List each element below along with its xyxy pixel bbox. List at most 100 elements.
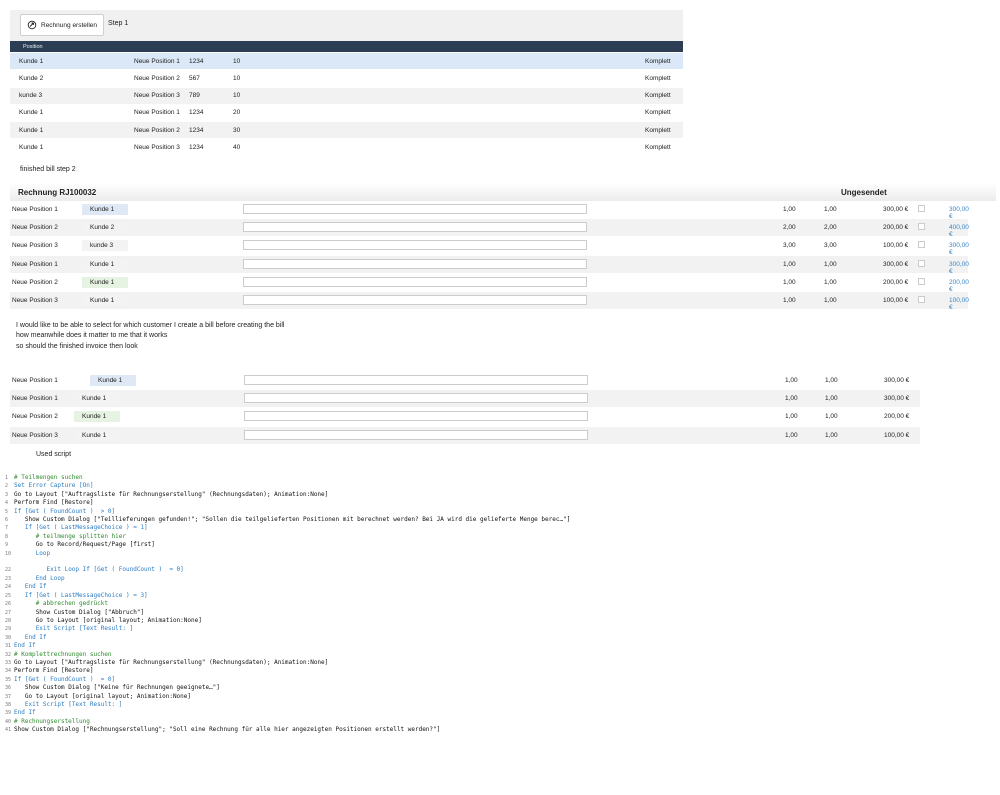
script-listing: 1 # Teilmengen suchen 2 Set Error Capture [… xyxy=(5,474,570,735)
line-number: 6 xyxy=(5,517,9,524)
row-checkbox[interactable] xyxy=(918,296,925,303)
note-line-2: how meanwhile does it matter to me that … xyxy=(16,332,168,339)
description-input[interactable] xyxy=(244,429,588,440)
script-text: End If xyxy=(14,709,36,717)
script-text: If [Get ( LastMessageChoice ) = 3] xyxy=(24,591,148,599)
unit-price-cell: 300,00 € xyxy=(883,260,909,268)
customer-chip: Kunde 2 xyxy=(82,222,128,234)
script-text: If [Get ( FoundCount ) = 0] xyxy=(14,675,116,683)
number-cell: 567 xyxy=(189,74,200,82)
position-cell: Neue Position 3 xyxy=(12,242,58,250)
invoice-row[interactable]: Neue Position 1 Kunde 1 1,00 1,00 300,00 € xyxy=(10,372,920,389)
table-row[interactable]: Kunde 1 Neue Position 2 1234 30 Komplett xyxy=(10,122,683,139)
quantity-cell: 3,00 xyxy=(783,242,796,250)
qty-cell: 10 xyxy=(233,92,241,100)
table-row[interactable]: Kunde 2 Neue Position 2 567 10 Komplett xyxy=(10,70,683,87)
amount-cell: 1,00 xyxy=(824,297,837,304)
customer-chip: Kunde 1 xyxy=(82,276,128,288)
script-text: Show Custom Dialog ["Rechnungserstellung… xyxy=(14,726,441,734)
script-line: 36 Show Custom Dialog ["Keine für Rechnu… xyxy=(5,684,570,692)
description-input[interactable] xyxy=(243,276,587,287)
invoice-row[interactable]: Neue Position 1 Kunde 1 1,00 1,00 300,00 € 30… xyxy=(10,201,969,220)
row-checkbox[interactable] xyxy=(918,205,925,212)
table-row[interactable]: kunde 3 Neue Position 3 789 10 Komplett xyxy=(10,87,683,104)
description-input[interactable] xyxy=(244,411,588,422)
line-number: 30 xyxy=(5,634,12,641)
script-line: 34 Perform Find [Restore] xyxy=(5,667,570,675)
quantity-cell: 1,00 xyxy=(783,278,796,286)
script-line: 1 # Teilmengen suchen xyxy=(5,474,570,482)
script-text: End Loop xyxy=(35,574,65,582)
script-text: End If xyxy=(14,642,36,650)
invoice-row[interactable]: Neue Position 2 Kunde 1 1,00 1,00 200,00 € 20… xyxy=(10,273,969,293)
customer-cell: Kunde 1 xyxy=(19,109,44,117)
script-text: End If xyxy=(24,583,47,591)
description-input[interactable] xyxy=(243,295,587,305)
row-checkbox[interactable] xyxy=(918,277,925,285)
step2-label: finished bill step 2 xyxy=(20,166,76,173)
note-line-3: so should the finished invoice then look xyxy=(16,343,138,350)
line-number: 2 xyxy=(5,483,9,490)
description-input[interactable] xyxy=(244,393,588,404)
status-cell: Komplett xyxy=(645,74,671,82)
script-line: 30 End If xyxy=(5,634,570,642)
row-checkbox[interactable] xyxy=(918,259,925,267)
unit-price-cell: 300,00 € xyxy=(883,206,909,213)
script-line: 27 Show Custom Dialog ["Abbruch"] xyxy=(5,609,570,617)
line-number: 8 xyxy=(5,533,9,540)
position-cell: Neue Position 1 xyxy=(12,206,58,213)
description-input[interactable] xyxy=(243,222,587,233)
script-line: 24 End If xyxy=(5,583,570,591)
script-text: Show Custom Dialog ["Keine für Rechnunge… xyxy=(24,684,220,692)
create-invoice-button[interactable]: Rechnung erstellen xyxy=(20,14,104,36)
description-input[interactable] xyxy=(243,204,587,214)
invoice-status: Ungesendet xyxy=(841,187,887,197)
invoice-row[interactable]: Neue Position 2 Kunde 1 1,00 1,00 200,00 € xyxy=(10,408,920,426)
description-input[interactable] xyxy=(243,258,587,269)
total-cell: 300,00 € xyxy=(949,260,969,275)
number-cell: 1234 xyxy=(189,109,204,117)
table-row[interactable]: Kunde 1 Neue Position 1 1234 10 Komplett xyxy=(10,53,683,69)
amount-cell: 2,00 xyxy=(824,224,837,232)
unit-price-cell: 300,00 € xyxy=(884,377,910,384)
status-cell: Komplett xyxy=(645,126,671,134)
invoice-row[interactable]: Neue Position 3 kunde 3 3,00 3,00 100,00 € 30… xyxy=(10,237,969,256)
invoice-row[interactable]: Neue Position 3 Kunde 1 1,00 1,00 100,00 € xyxy=(10,426,920,444)
script-text: # abbrechen gedrückt xyxy=(35,600,108,608)
script-text: # Rechnungserstellung xyxy=(14,717,90,725)
status-cell: Komplett xyxy=(645,57,671,65)
line-number: 1 xyxy=(5,475,9,481)
amount-cell: 1,00 xyxy=(824,278,837,286)
table-row[interactable]: Kunde 1 Neue Position 3 1234 40 Komplett xyxy=(10,139,683,156)
status-cell: Komplett xyxy=(645,92,671,100)
invoice-row[interactable]: Neue Position 1 Kunde 1 1,00 1,00 300,00 € 30… xyxy=(10,255,969,275)
position-cell: Neue Position 2 xyxy=(12,278,58,286)
used-script-label: Used script xyxy=(36,451,72,458)
script-text: # Teilmengen suchen xyxy=(14,474,83,481)
table-row[interactable]: Kunde 1 Neue Position 1 1234 20 Komplett xyxy=(10,104,683,121)
script-line: 22 Exit Loop If [Get ( FoundCount ) = 0] xyxy=(5,566,570,574)
row-checkbox[interactable] xyxy=(918,223,925,231)
position-cell: Neue Position 3 xyxy=(134,92,180,100)
invoice-row[interactable]: Neue Position 2 Kunde 2 2,00 2,00 200,00 € 40… xyxy=(10,219,969,238)
row-checkbox[interactable] xyxy=(918,241,925,249)
customer-cell: Kunde 1 xyxy=(19,126,44,134)
quantity-cell: 1,00 xyxy=(785,377,798,384)
line-number: 9 xyxy=(5,542,9,549)
line-number: 25 xyxy=(5,592,12,599)
customer-cell: kunde 3 xyxy=(19,92,43,100)
line-number: 26 xyxy=(5,601,12,608)
position-cell: Neue Position 3 xyxy=(12,297,58,304)
script-line: 40 # Rechnungserstellung xyxy=(5,718,570,726)
script-line: 32 # Komplettrechnungen suchen xyxy=(5,651,570,659)
script-line: 38 Exit Script [Text Result: ] xyxy=(5,701,570,709)
qty-cell: 40 xyxy=(233,144,241,151)
quantity-cell: 1,00 xyxy=(783,297,796,304)
script-text: Go to Record/Request/Page [first] xyxy=(35,541,155,549)
description-input[interactable] xyxy=(243,240,587,251)
unit-price-cell: 300,00 € xyxy=(884,395,910,403)
description-input[interactable] xyxy=(244,375,588,385)
invoice-row[interactable]: Neue Position 1 Kunde 1 1,00 1,00 300,00 € xyxy=(10,390,920,408)
script-text: Exit Loop If [Get ( FoundCount ) = 0] xyxy=(46,566,184,574)
invoice-row[interactable]: Neue Position 3 Kunde 1 1,00 1,00 100,00 € 10… xyxy=(10,292,969,311)
